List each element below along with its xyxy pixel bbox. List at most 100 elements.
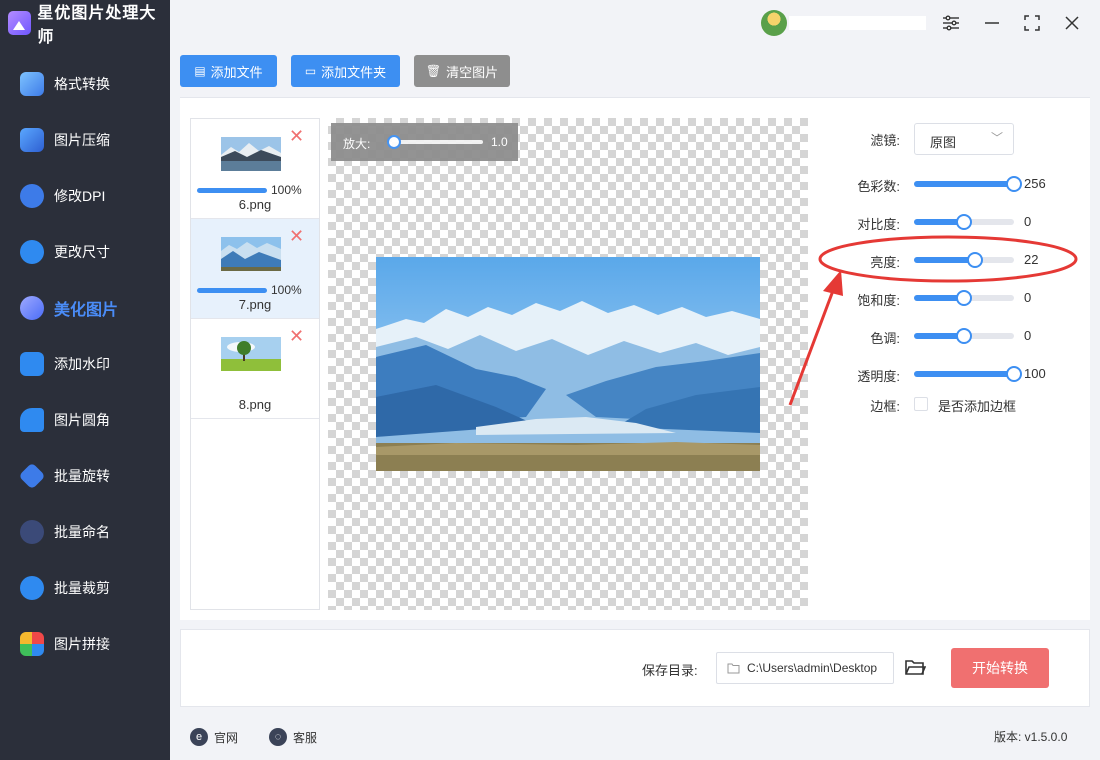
opacity-slider-fill bbox=[914, 371, 1014, 377]
color-count-slider-thumb[interactable] bbox=[1006, 176, 1022, 192]
file-item[interactable]: ✕ 100% 7.png bbox=[191, 219, 319, 319]
sidebar: 星优图片处理大师 格式转换 图片压缩 修改DPI 更改尺寸 美化图片 添加水印 … bbox=[0, 0, 170, 760]
open-folder-icon[interactable] bbox=[904, 657, 927, 680]
brightness-slider-fill bbox=[914, 257, 975, 263]
clear-images-button[interactable]: 🗑 清空图片 bbox=[414, 55, 510, 87]
sidebar-item-rotate[interactable]: 批量旋转 bbox=[0, 448, 170, 504]
file-item[interactable]: ✕ 100% 6.png bbox=[191, 119, 319, 219]
website-label: 官网 bbox=[214, 730, 239, 745]
add-file-button[interactable]: ▤ 添加文件 bbox=[180, 55, 277, 87]
folder-small-icon bbox=[727, 663, 740, 674]
file-name: 8.png bbox=[238, 397, 272, 412]
username-field bbox=[789, 16, 926, 30]
save-path-input[interactable]: C:\Users\admin\Desktop bbox=[716, 652, 894, 684]
border-label: 边框: bbox=[870, 399, 900, 414]
brightness-slider-thumb[interactable] bbox=[967, 252, 983, 268]
color-count-slider[interactable] bbox=[914, 176, 1022, 192]
website-link[interactable]: e 官网 bbox=[190, 728, 238, 746]
sidebar-item-stitch[interactable]: 图片拼接 bbox=[0, 616, 170, 672]
color-count-label: 色彩数: bbox=[857, 179, 900, 194]
brightness-label: 亮度: bbox=[870, 255, 900, 270]
beautify-icon bbox=[20, 296, 44, 320]
hue-slider-thumb[interactable] bbox=[956, 328, 972, 344]
delete-file-icon[interactable]: ✕ bbox=[289, 327, 304, 345]
border-checkbox[interactable] bbox=[914, 397, 928, 411]
sidebar-item-beautify[interactable]: 美化图片 bbox=[0, 280, 170, 336]
format-convert-icon bbox=[20, 72, 44, 96]
sidebar-item-label: 添加水印 bbox=[54, 356, 110, 372]
save-path-text: C:\Users\admin\Desktop bbox=[747, 661, 878, 675]
delete-file-icon[interactable]: ✕ bbox=[289, 227, 304, 245]
opacity-label: 透明度: bbox=[857, 369, 900, 384]
sidebar-item-label: 批量旋转 bbox=[54, 468, 110, 484]
user-avatar[interactable] bbox=[761, 10, 787, 36]
version-text: 版本: v1.5.0.0 bbox=[994, 730, 1068, 744]
sidebar-item-watermark[interactable]: 添加水印 bbox=[0, 336, 170, 392]
sidebar-item-dpi[interactable]: 修改DPI bbox=[0, 168, 170, 224]
hue-slider[interactable] bbox=[914, 328, 1014, 344]
contrast-slider-thumb[interactable] bbox=[956, 214, 972, 230]
rotate-icon bbox=[18, 462, 46, 490]
crop-icon bbox=[20, 576, 44, 600]
file-progress-text: 100% bbox=[271, 183, 302, 197]
file-thumbnail bbox=[221, 137, 281, 171]
brightness-value: 22 bbox=[1024, 252, 1039, 267]
saturation-slider-thumb[interactable] bbox=[956, 290, 972, 306]
preview-image bbox=[376, 257, 760, 471]
rounded-corner-icon bbox=[20, 408, 44, 432]
zoom-value: 1.0 bbox=[491, 135, 508, 149]
sidebar-item-crop[interactable]: 批量裁剪 bbox=[0, 560, 170, 616]
zoom-slider-track[interactable] bbox=[393, 140, 483, 144]
app-logo-icon bbox=[8, 11, 32, 35]
brightness-slider[interactable] bbox=[914, 252, 1014, 268]
minimize-icon[interactable] bbox=[981, 12, 1003, 34]
sidebar-item-label: 修改DPI bbox=[54, 188, 106, 204]
rename-icon bbox=[20, 520, 44, 544]
trash-icon: 🗑 bbox=[425, 64, 442, 78]
file-progress-bar bbox=[197, 288, 267, 293]
sidebar-item-resize[interactable]: 更改尺寸 bbox=[0, 224, 170, 280]
file-name: 7.png bbox=[238, 297, 272, 312]
file-item[interactable]: ✕ 8.png bbox=[191, 319, 319, 419]
add-folder-button[interactable]: ▭ 添加文件夹 bbox=[291, 55, 400, 87]
sidebar-item-compress[interactable]: 图片压缩 bbox=[0, 112, 170, 168]
sidebar-item-label: 批量命名 bbox=[54, 524, 110, 540]
sidebar-item-rename[interactable]: 批量命名 bbox=[0, 504, 170, 560]
maximize-icon[interactable] bbox=[1021, 12, 1043, 34]
sidebar-item-format-convert[interactable]: 格式转换 bbox=[0, 56, 170, 112]
sidebar-item-label: 美化图片 bbox=[54, 302, 119, 319]
delete-file-icon[interactable]: ✕ bbox=[289, 127, 304, 145]
saturation-value: 0 bbox=[1024, 290, 1032, 305]
contrast-slider[interactable] bbox=[914, 214, 1014, 230]
file-thumbnail bbox=[221, 337, 281, 371]
filter-select[interactable]: 原图 ﹀ bbox=[914, 123, 1014, 155]
zoom-control: 放大: 1.0 bbox=[331, 123, 518, 161]
compress-icon bbox=[20, 128, 44, 152]
add-folder-label: 添加文件夹 bbox=[321, 64, 387, 80]
hue-label: 色调: bbox=[870, 331, 900, 346]
support-link[interactable]: ◌ 客服 bbox=[269, 728, 317, 746]
settings-sliders-icon[interactable] bbox=[940, 12, 962, 34]
folder-icon: ▭ bbox=[304, 64, 317, 78]
website-icon: e bbox=[190, 728, 208, 746]
close-icon[interactable] bbox=[1061, 12, 1083, 34]
zoom-slider-thumb[interactable] bbox=[387, 135, 401, 149]
sidebar-item-label: 图片圆角 bbox=[54, 412, 110, 428]
opacity-slider-thumb[interactable] bbox=[1006, 366, 1022, 382]
saturation-label: 饱和度: bbox=[857, 293, 900, 308]
sidebar-item-label: 图片拼接 bbox=[54, 636, 110, 652]
contrast-value: 0 bbox=[1024, 214, 1032, 229]
chevron-down-icon: ﹀ bbox=[990, 131, 1003, 145]
sidebar-item-label: 图片压缩 bbox=[54, 132, 110, 148]
sidebar-item-label: 更改尺寸 bbox=[54, 244, 110, 260]
brand: 星优图片处理大师 bbox=[0, 0, 170, 46]
contrast-label: 对比度: bbox=[857, 217, 900, 232]
opacity-slider[interactable] bbox=[914, 366, 1022, 382]
watermark-icon bbox=[20, 352, 44, 376]
saturation-slider[interactable] bbox=[914, 290, 1014, 306]
sidebar-item-rounded-corner[interactable]: 图片圆角 bbox=[0, 392, 170, 448]
start-convert-button[interactable]: 开始转换 bbox=[951, 648, 1049, 688]
opacity-value: 100 bbox=[1024, 366, 1046, 381]
support-icon: ◌ bbox=[269, 728, 287, 746]
app-title: 星优图片处理大师 bbox=[37, 5, 157, 46]
